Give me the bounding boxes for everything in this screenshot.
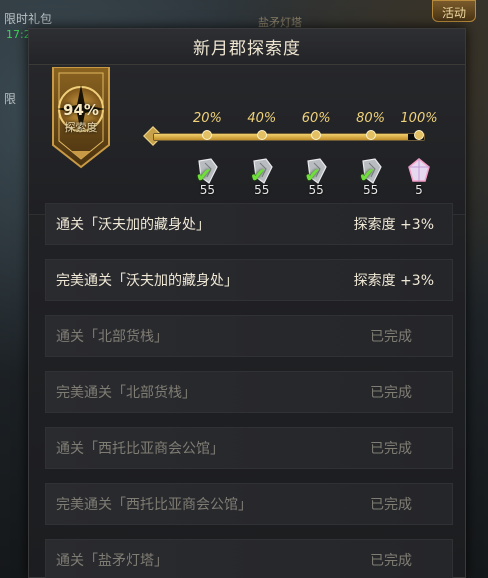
badge-label: 探索度: [64, 121, 98, 134]
task-name: 通关「西托比亚商会公馆」: [56, 441, 224, 457]
task-name: 完美通关「北部货栈」: [56, 385, 196, 401]
limited-label[interactable]: 限: [4, 90, 16, 107]
crystal-icon: [405, 157, 433, 185]
task-completed-status: 已完成: [370, 329, 412, 345]
milestone-label: 60%: [301, 111, 331, 126]
milestone-marker: [414, 130, 424, 140]
task-row[interactable]: 通关「西托比亚商会公馆」 已完成: [45, 427, 453, 469]
task-name: 通关「盐矛灯塔」: [56, 553, 168, 569]
reward-count: 55: [362, 183, 379, 197]
milestone-reward[interactable]: ✔ 55: [298, 157, 334, 201]
task-reward: 探索度 +3%: [353, 217, 434, 233]
milestone-marker: [256, 130, 267, 140]
milestone-label: 40%: [247, 111, 277, 126]
reward-count: 5: [415, 183, 423, 197]
task-name: 完美通关「沃夫加的藏身处」: [56, 273, 238, 289]
task-name: 通关「沃夫加的藏身处」: [56, 217, 210, 233]
task-row[interactable]: 通关「沃夫加的藏身处」 探索度 +3%: [45, 203, 453, 245]
task-list: 通关「沃夫加的藏身处」 探索度 +3% 完美通关「沃夫加的藏身处」 探索度 +3% 通关…: [45, 203, 453, 578]
task-reward: 探索度 +3%: [353, 273, 434, 289]
reward-count: 55: [254, 183, 270, 197]
reward-count: 55: [199, 183, 216, 197]
exploration-panel: 新月郡探索度 94% 探索度 20% ✔ 55 40% ✔ 55 60% ✔ 5…: [28, 28, 466, 578]
reward-count: 55: [308, 183, 324, 197]
milestone-label: 100%: [400, 111, 438, 126]
milestone-label: 80%: [356, 111, 386, 126]
task-completed-status: 已完成: [370, 385, 412, 401]
event-label: 活动: [441, 6, 466, 20]
task-name: 完美通关「西托比亚商会公馆」: [56, 497, 252, 513]
limited-gift-label[interactable]: 限时礼包: [4, 10, 52, 27]
milestone-reward[interactable]: 5: [401, 157, 437, 201]
milestone-reward[interactable]: ✔ 55: [189, 157, 225, 201]
task-completed-status: 已完成: [370, 497, 412, 513]
task-completed-status: 已完成: [370, 441, 412, 457]
panel-title: 新月郡探索度: [193, 39, 301, 59]
milestone-reward[interactable]: ✔ 55: [244, 157, 280, 201]
progress-track: [153, 133, 425, 141]
progress-header: 94% 探索度 20% ✔ 55 40% ✔ 55 60% ✔ 55 80% ✔ 55 100% 5: [29, 65, 465, 222]
task-row[interactable]: 完美通关「西托比亚商会公馆」 已完成: [45, 483, 453, 525]
task-row[interactable]: 完美通关「北部货栈」 已完成: [45, 371, 453, 413]
task-completed-status: 已完成: [370, 553, 412, 569]
panel-title-bar: 新月郡探索度: [29, 29, 465, 65]
exploration-badge: 94% 探索度: [47, 67, 115, 171]
task-name: 通关「北部货栈」: [56, 329, 168, 345]
milestone-reward[interactable]: ✔ 55: [353, 157, 389, 201]
milestone-label: 20%: [192, 111, 222, 126]
task-row[interactable]: 通关「盐矛灯塔」 已完成: [45, 539, 453, 578]
task-row[interactable]: 通关「北部货栈」 已完成: [45, 315, 453, 357]
task-row[interactable]: 完美通关「沃夫加的藏身处」 探索度 +3%: [45, 259, 453, 301]
badge-percent: 94%: [63, 101, 99, 119]
milestone-marker: [365, 130, 376, 140]
